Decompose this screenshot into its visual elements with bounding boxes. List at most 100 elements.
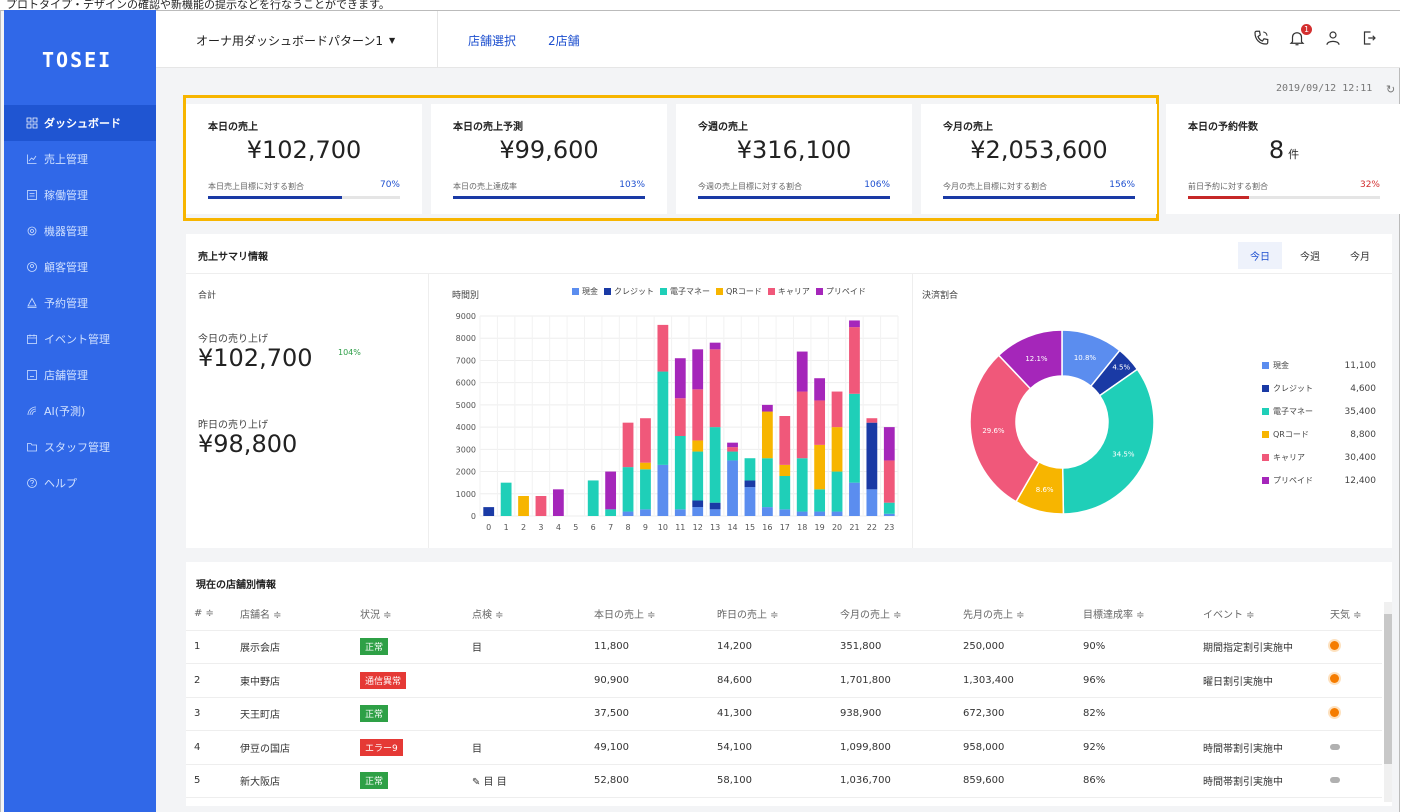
- kpi-title: 本日の売上予測: [453, 122, 523, 133]
- sun-icon: [1330, 707, 1339, 717]
- kpi-pct: 103%: [619, 180, 645, 190]
- kpi-progress-fill: [208, 196, 343, 199]
- cell-last_month: 250,000: [955, 630, 1075, 664]
- bar-segment: [744, 480, 756, 488]
- dashboard-select[interactable]: オーナ用ダッシュボードパターン1 ▼: [196, 32, 395, 49]
- kpi-title: 本日の予約件数: [1188, 122, 1258, 133]
- tab-today[interactable]: 今日: [1238, 242, 1282, 269]
- store-select-link[interactable]: 店舗選択: [468, 32, 516, 49]
- table-row[interactable]: 3 天王町店 正常 37,500 41,300 938,900 672,300 82%: [186, 697, 1382, 731]
- column-header[interactable]: 点検 ≑: [464, 598, 586, 631]
- x-tick-label: 6: [591, 523, 596, 532]
- kpi-card: 本日の売上予測 ¥99,600 本日の売上達成率 103%: [431, 104, 667, 214]
- cell-last_month: 672,300: [955, 697, 1075, 731]
- column-header[interactable]: # ≑: [186, 598, 232, 631]
- phone-icon[interactable]: [1252, 29, 1270, 47]
- bar-segment: [552, 489, 564, 516]
- payment-legend-item[interactable]: QRコード 8,800: [1262, 423, 1376, 446]
- sidebar-item-grid[interactable]: ダッシュボード: [4, 105, 156, 141]
- wifi-icon: [26, 405, 38, 417]
- payment-legend-item[interactable]: 電子マネー 35,400: [1262, 400, 1376, 423]
- legend-item[interactable]: キャリア: [767, 286, 810, 297]
- sidebar-item-help[interactable]: ヘルプ: [4, 465, 156, 501]
- payment-legend-item[interactable]: 現金 11,100: [1262, 354, 1376, 377]
- user-icon[interactable]: [1324, 29, 1342, 47]
- payment-legend-item[interactable]: キャリア 30,400: [1262, 446, 1376, 469]
- sidebar-item-folder[interactable]: スタッフ管理: [4, 429, 156, 465]
- bar-segment: [518, 496, 529, 516]
- column-header[interactable]: 店舗名 ≑: [232, 598, 352, 631]
- cell-event: 期間指定割引実施中: [1195, 630, 1322, 664]
- sidebar-item-calendar[interactable]: イベント管理: [4, 321, 156, 357]
- today-sales-value: ¥102,700: [198, 344, 313, 372]
- column-header[interactable]: 今月の売上 ≑: [832, 598, 955, 631]
- legend-item[interactable]: プリペイド: [815, 286, 866, 297]
- column-header[interactable]: 天気 ≑: [1322, 598, 1382, 631]
- bar-segment: [692, 349, 704, 390]
- table-row[interactable]: 4 伊豆の国店 エラー9 目 49,100 54,100 1,099,800 958,000 9…: [186, 730, 1382, 765]
- sidebar-item-store[interactable]: 店舗管理: [4, 357, 156, 393]
- column-header[interactable]: 状況 ≑: [352, 598, 464, 631]
- sidebar-item-wifi[interactable]: AI(予測): [4, 393, 156, 429]
- legend-item[interactable]: クレジット: [604, 286, 654, 297]
- cloud-icon: [1330, 743, 1340, 750]
- kpi-value-number: ¥316,100: [736, 136, 852, 164]
- column-header[interactable]: イベント ≑: [1195, 598, 1322, 631]
- kpi-pct: 106%: [864, 180, 890, 190]
- y-tick-label: 8000: [456, 334, 476, 343]
- sidebar-item-monitor[interactable]: 稼働管理: [4, 177, 156, 213]
- table-row[interactable]: 5 新大阪店 正常 ✎ 目 目 52,800 58,100 1,036,700 859,600…: [186, 764, 1382, 798]
- bar-segment: [709, 509, 721, 516]
- bar-segment: [814, 400, 826, 445]
- legend-swatch: [815, 288, 823, 295]
- x-tick-label: 9: [643, 523, 648, 532]
- cell-today: 52,800: [586, 764, 709, 798]
- cell-month: 1,099,800: [832, 730, 955, 765]
- bar-segment: [814, 378, 826, 401]
- tab-month[interactable]: 今月: [1338, 242, 1382, 269]
- sun-icon: [1330, 674, 1339, 684]
- refresh-icon[interactable]: ↻: [1386, 83, 1395, 96]
- payment-legend-item[interactable]: プリペイド 12,400: [1262, 469, 1376, 492]
- kpi-label: 今週の売上目標に対する割合: [698, 182, 802, 191]
- notification-badge: 1: [1301, 24, 1312, 35]
- column-header[interactable]: 先月の売上 ≑: [955, 598, 1075, 631]
- legend-label: プリペイド: [1273, 476, 1313, 485]
- sidebar-item-bell[interactable]: 予約管理: [4, 285, 156, 321]
- payment-chart-title: 決済割合: [922, 291, 959, 301]
- column-header[interactable]: 目標達成率 ≑: [1075, 598, 1195, 631]
- pie-slice-label: 12.1%: [1025, 355, 1048, 363]
- bar-segment: [622, 422, 634, 468]
- kpi-progress-bar: [943, 196, 1135, 199]
- legend-item[interactable]: 現金: [572, 286, 598, 297]
- table-row[interactable]: 1 展示会店 正常 目 11,800 14,200 351,800 250,000 90% 期間指…: [186, 630, 1382, 664]
- bar-segment: [761, 507, 773, 516]
- bar-segment: [814, 511, 826, 516]
- scrollbar-thumb[interactable]: [1384, 614, 1392, 764]
- sidebar-item-gear[interactable]: 機器管理: [4, 213, 156, 249]
- bar-segment: [831, 391, 843, 428]
- column-header[interactable]: 昨日の売上 ≑: [709, 598, 832, 631]
- bar-segment: [692, 440, 704, 452]
- legend-value: 35,400: [1344, 406, 1377, 417]
- bell-icon[interactable]: 1: [1288, 24, 1312, 47]
- cell-name: 伊豆の国店: [232, 730, 352, 765]
- legend-item[interactable]: QRコード: [716, 286, 762, 297]
- tab-week[interactable]: 今週: [1288, 242, 1332, 269]
- sidebar-item-chart[interactable]: 売上管理: [4, 141, 156, 177]
- pie-slice-label: 10.8%: [1074, 354, 1097, 362]
- table-scrollbar[interactable]: [1384, 602, 1392, 802]
- sidebar-item-user[interactable]: 顧客管理: [4, 249, 156, 285]
- legend-item[interactable]: 電子マネー: [660, 286, 710, 297]
- payment-legend-item[interactable]: クレジット 4,600: [1262, 377, 1376, 400]
- column-header[interactable]: 本日の売上 ≑: [586, 598, 709, 631]
- y-tick-label: 1000: [456, 490, 476, 499]
- y-tick-label: 4000: [456, 423, 476, 432]
- logout-icon[interactable]: [1360, 29, 1378, 47]
- hourly-chart-legend: 現金 クレジット 電子マネー QRコード キャリア プリペイド: [572, 286, 866, 297]
- bell-icon: [26, 297, 38, 309]
- table-row[interactable]: 2 東中野店 通信異常 90,900 84,600 1,701,800 1,303,400 9…: [186, 663, 1382, 698]
- x-tick-label: 23: [884, 523, 894, 532]
- kpi-label: 今月の売上目標に対する割合: [943, 182, 1047, 191]
- grid-icon: [26, 117, 38, 129]
